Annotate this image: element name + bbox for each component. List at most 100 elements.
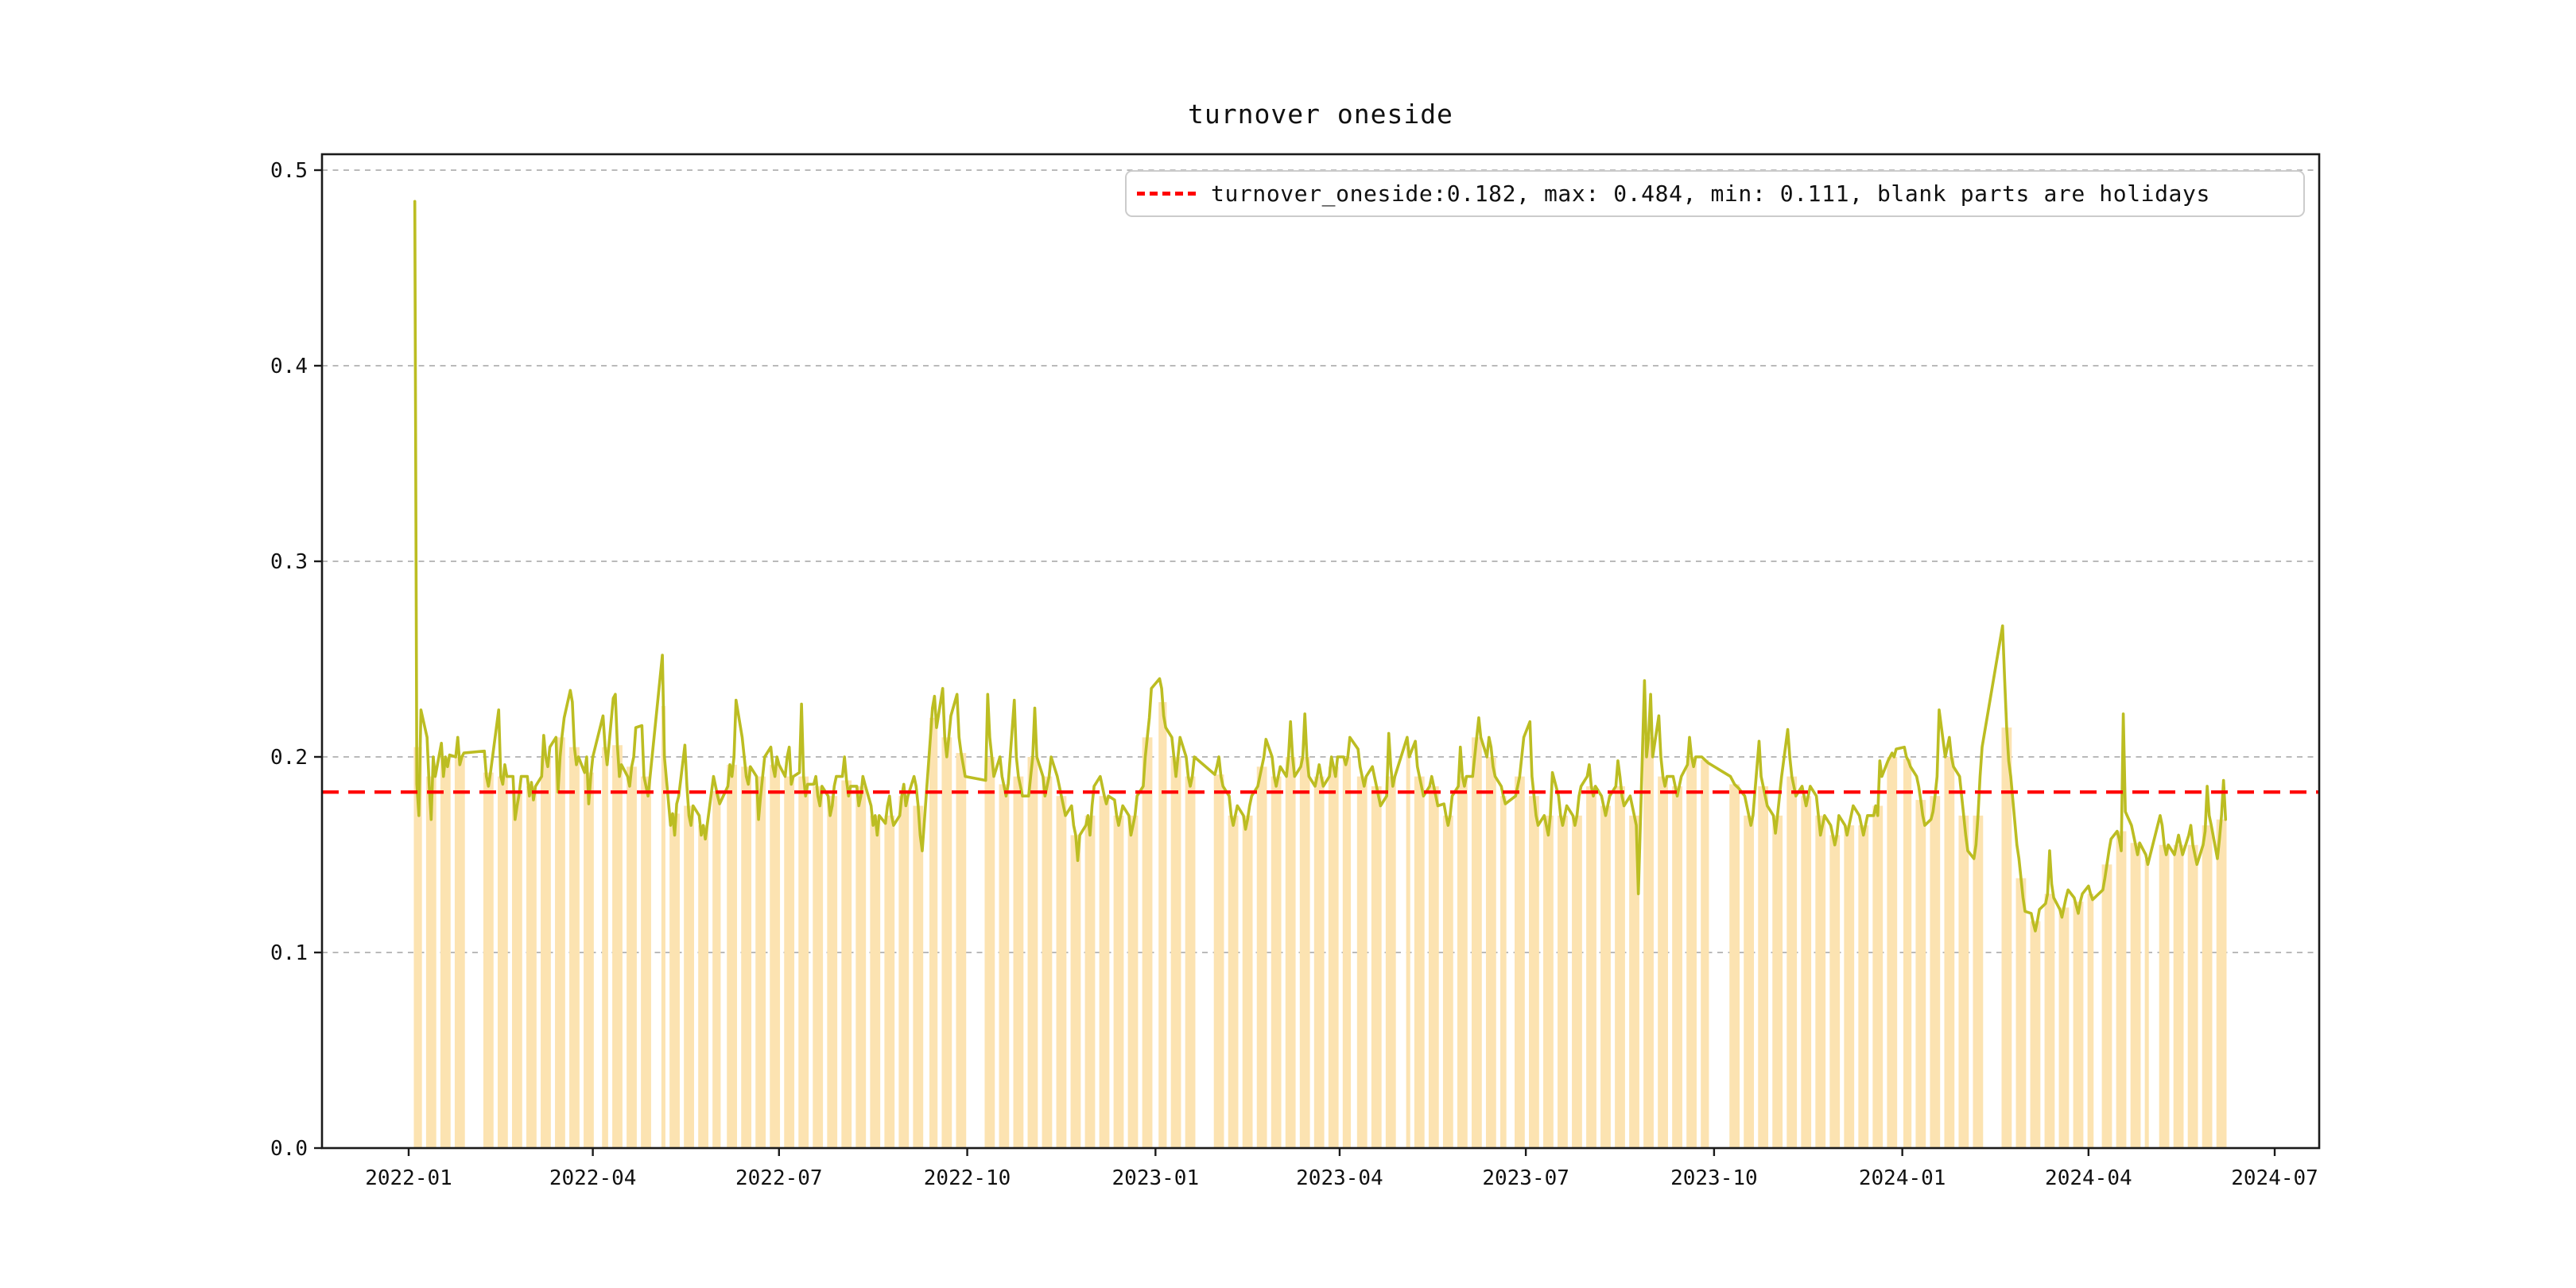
holiday-band [1586,786,1596,1148]
holiday-band [512,793,522,1148]
holiday-band [913,805,924,1148]
holiday-band [1385,776,1396,1148]
holiday-band [1643,737,1654,1148]
holiday-band [602,747,608,1148]
x-tick-label: 2024-01 [1859,1166,1946,1190]
holiday-band [2173,844,2184,1148]
holiday-band [440,757,451,1148]
holiday-band [941,737,952,1148]
holiday-band [1213,774,1224,1148]
holiday-band [1758,786,1769,1148]
y-tick-label: 0.3 [270,550,308,574]
holiday-band [1428,786,1439,1148]
x-tick-label: 2022-07 [735,1166,823,1190]
holiday-band [884,815,895,1148]
holiday-band [1406,747,1410,1148]
holiday-band [1185,776,1196,1148]
holiday-band [555,737,565,1148]
holiday-band [1127,815,1139,1148]
holiday-band [929,717,938,1148]
holiday-band [1471,737,1482,1148]
holiday-band [1829,835,1841,1148]
holiday-band [1815,815,1826,1148]
holiday-band [1558,815,1568,1148]
holiday-band [1070,835,1081,1148]
holiday-band [727,764,738,1148]
holiday-band [1414,776,1425,1148]
holiday-band [1500,796,1507,1148]
x-tick-label: 2023-04 [1296,1166,1383,1190]
x-tick-label: 2023-10 [1670,1166,1758,1190]
holiday-band [827,796,838,1148]
holiday-band [2130,843,2141,1148]
holiday-band [698,825,708,1148]
holiday-band [1457,776,1468,1148]
holiday-band [627,766,637,1148]
holiday-band [755,776,766,1148]
holiday-band [1686,757,1697,1148]
holiday-band [584,772,594,1148]
holiday-band [1170,757,1181,1148]
y-tick-label: 0.0 [270,1137,308,1161]
holiday-band [1858,825,1869,1148]
x-tick-label: 2024-07 [2231,1166,2318,1190]
holiday-band [483,772,494,1148]
holiday-band [1013,776,1024,1148]
x-tick-label: 2023-07 [1482,1166,1569,1190]
holiday-band [612,745,623,1148]
holiday-band [2058,907,2070,1148]
holiday-band [2159,844,2170,1148]
holiday-band [641,776,651,1148]
holiday-band [2187,844,2198,1148]
holiday-band [1285,757,1296,1148]
holiday-band [1543,815,1554,1148]
holiday-band [454,757,465,1148]
holiday-band [956,753,967,1148]
holiday-band [898,796,910,1148]
holiday-band [1729,784,1740,1148]
red-dashed-line-legend-marker [1137,192,1196,196]
holiday-band [1084,815,1096,1148]
holiday-band [870,815,881,1148]
holiday-band [2216,819,2227,1148]
holiday-band [1701,759,1709,1148]
holiday-band [526,786,537,1148]
holiday-band [684,805,694,1148]
holiday-band [1342,757,1352,1148]
holiday-band [1328,766,1339,1148]
y-tick-label: 0.1 [270,941,308,965]
holiday-band [1027,757,1038,1148]
holiday-band [1772,815,1783,1148]
holiday-band [1158,702,1167,1148]
holiday-band [1787,776,1798,1148]
holiday-band [984,757,995,1148]
holiday-band [1313,776,1325,1148]
holiday-band [1371,786,1382,1148]
holiday-band [1915,800,1926,1148]
holiday-band [841,780,852,1148]
legend: turnover_oneside:0.182, max: 0.484, min:… [1125,170,2305,217]
holiday-band [1099,796,1110,1148]
holiday-band [1256,766,1267,1148]
holiday-band [1442,815,1453,1148]
holiday-band [1615,786,1625,1148]
chart-title: turnover oneside [1188,99,1453,130]
holiday-band [669,813,680,1148]
holiday-band [784,776,795,1148]
holiday-band [1887,757,1898,1148]
holiday-band [569,747,580,1148]
holiday-band [999,784,1010,1148]
holiday-band [1844,825,1855,1148]
holiday-band [855,786,867,1148]
holiday-band [1744,815,1755,1148]
holiday-band [813,786,824,1148]
holiday-band [1271,776,1282,1148]
holiday-band [1930,796,1941,1148]
holiday-band [1529,796,1539,1148]
holiday-band [741,766,752,1148]
holiday-band [2087,894,2094,1148]
holiday-band [1142,737,1153,1148]
holiday-band [1600,805,1611,1148]
holiday-band [1872,805,1884,1148]
holiday-band [1658,776,1668,1148]
